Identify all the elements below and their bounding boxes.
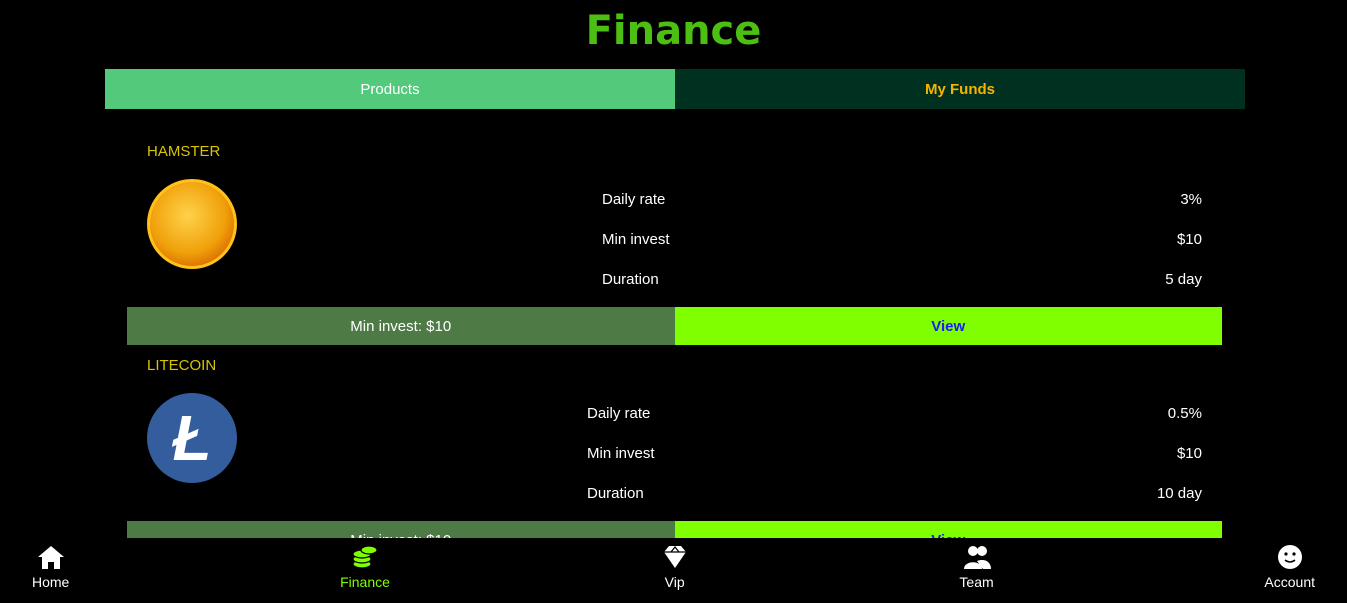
product-list[interactable]: HAMSTER Daily rate 3% Min invest $10 Durat… [127,109,1222,538]
bottom-nav: Home Finance Vip Team Account [0,538,1347,603]
nav-label: Home [32,574,70,590]
smiley-icon [1277,545,1302,569]
row-label: Min invest [602,230,670,248]
diamond-icon [663,545,686,568]
product-card: LITECOIN Ł Daily rate 0.5% Min invest $10 … [127,323,1222,538]
row-label: Min invest [587,444,655,462]
nav-label: Vip [664,574,685,590]
row-label: Daily rate [587,404,651,422]
min-invest-label: Min invest: $10 [127,521,675,538]
coins-icon [352,545,378,569]
row-value: 3% [1180,190,1202,208]
tab-my-funds[interactable]: My Funds [675,69,1245,109]
product-card: HAMSTER Daily rate 3% Min invest $10 Durat… [127,109,1222,345]
row-label: Duration [602,270,659,288]
row-value: $10 [1176,230,1202,248]
tab-products[interactable]: Products [105,69,675,109]
home-icon [37,546,64,569]
hamster-coin-icon [147,179,237,269]
row-label: Duration [587,484,644,502]
row-value: 0.5% [1167,404,1202,422]
nav-team[interactable]: Team [959,538,994,603]
view-button[interactable]: View [674,521,1222,538]
nav-label: Team [959,574,994,590]
nav-label: Finance [340,574,390,590]
nav-home[interactable]: Home [32,538,69,603]
row-value: $10 [1176,444,1202,462]
nav-label: Account [1264,574,1315,590]
row-value: 10 day [1156,484,1202,502]
page-title: Finance [585,8,762,54]
litecoin-icon: Ł [147,393,237,483]
tabs: Products My Funds [105,69,1245,109]
nav-account[interactable]: Account [1264,538,1315,603]
nav-vip[interactable]: Vip [661,538,689,603]
row-value: 5 day [1165,270,1202,288]
row-label: Daily rate [602,190,666,208]
team-icon [963,546,991,569]
product-name: LITECOIN [147,357,217,374]
product-name: HAMSTER [147,143,221,160]
nav-finance[interactable]: Finance [340,538,390,603]
